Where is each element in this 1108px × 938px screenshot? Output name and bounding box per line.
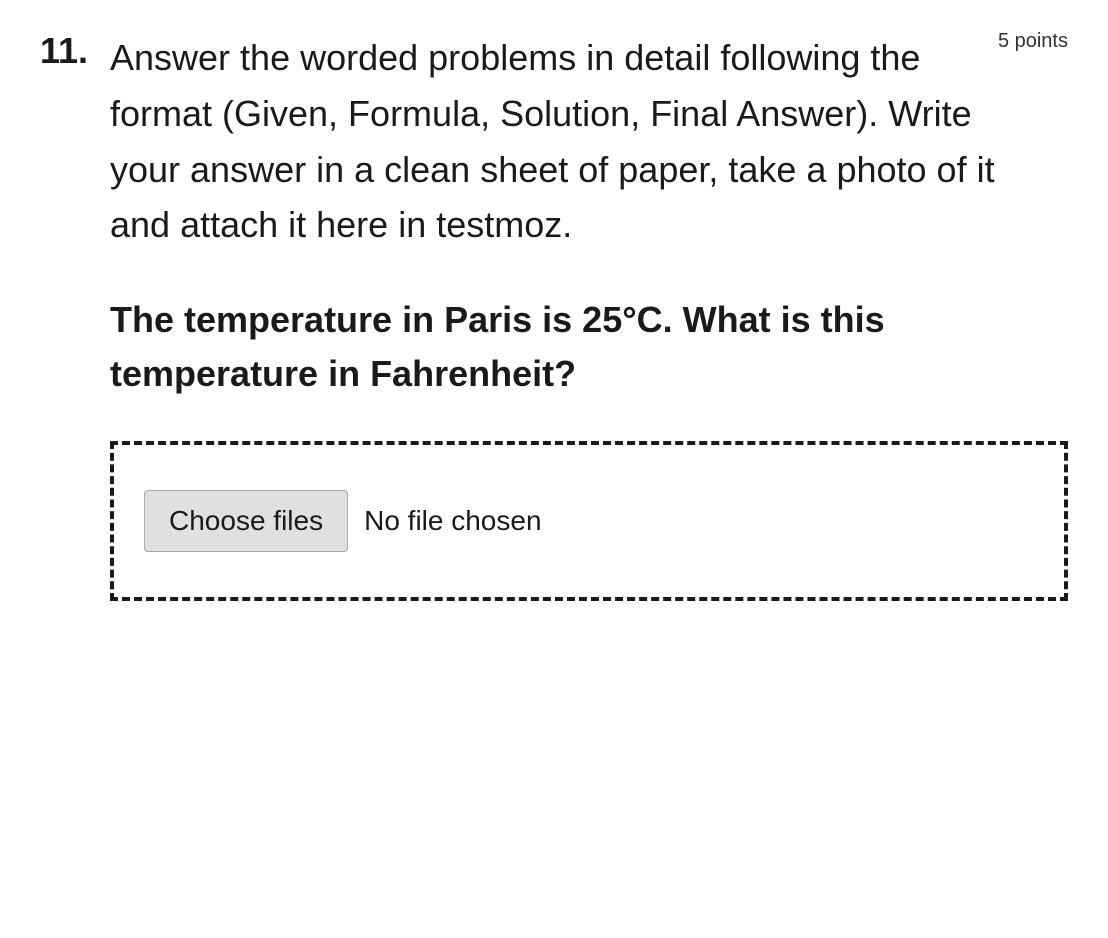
top-row: Answer the worded problems in detail fol… xyxy=(110,30,1068,293)
header-row: 11. Answer the worded problems in detail… xyxy=(40,30,1068,601)
question-points: 5 points xyxy=(998,30,1068,53)
problem-text: The temperature in Paris is 25°C. What i… xyxy=(110,293,1068,401)
question-container: 11. Answer the worded problems in detail… xyxy=(40,30,1068,601)
content-col: Answer the worded problems in detail fol… xyxy=(110,30,1068,601)
number-col: 11. xyxy=(40,30,110,72)
instruction-text: Answer the worded problems in detail fol… xyxy=(110,30,998,253)
file-input-wrapper: Choose files No file chosen xyxy=(144,490,542,552)
no-file-label: No file chosen xyxy=(364,505,541,537)
question-number: 11. xyxy=(40,30,88,71)
choose-files-button[interactable]: Choose files xyxy=(144,490,348,552)
upload-area: Choose files No file chosen xyxy=(110,441,1068,601)
